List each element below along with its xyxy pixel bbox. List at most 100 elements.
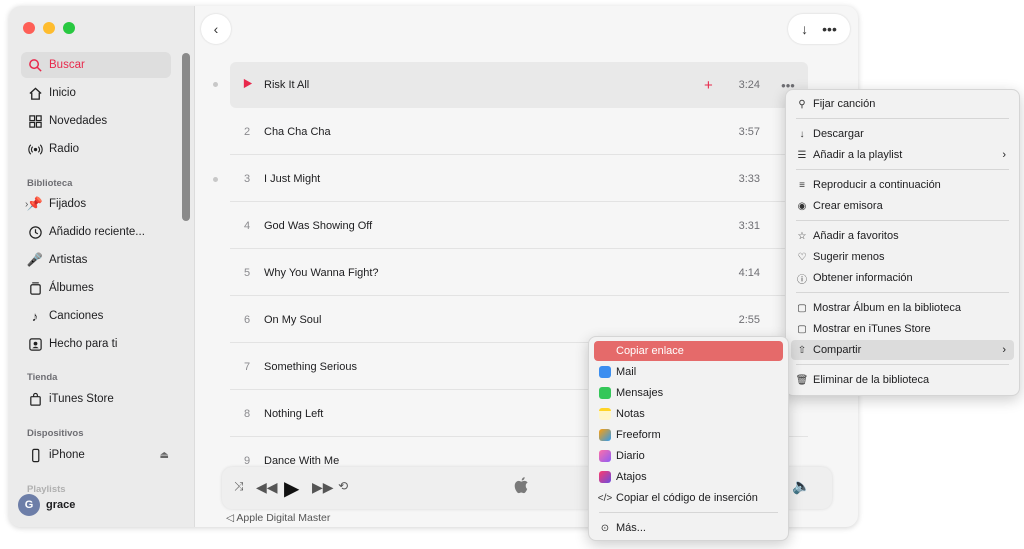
sidebar-scrollbar[interactable]	[182, 53, 190, 221]
menu-item-add-to-playlist[interactable]: ☰ Añadir a la playlist ›	[791, 145, 1014, 165]
track-title: On My Soul	[264, 313, 322, 326]
next-icon[interactable]: ▶▶	[312, 479, 334, 496]
menu-item-share[interactable]: ⇧ Compartir ›	[791, 340, 1014, 360]
music-note-icon: ♪	[31, 308, 39, 324]
sidebar-item-buscar[interactable]: Buscar	[21, 52, 171, 78]
journal-icon	[599, 450, 611, 462]
microphone-icon: 🎤	[26, 252, 44, 267]
previous-icon[interactable]: ◀◀	[256, 479, 278, 496]
share-item-notes[interactable]: Notas	[594, 404, 783, 424]
sidebar-item-recent[interactable]: Añadido reciente...	[21, 219, 171, 245]
menu-separator	[796, 220, 1009, 221]
share-item-copy-link[interactable]: Copiar enlace	[594, 341, 783, 361]
sidebar-item-fijados[interactable]: › 📌 Fijados	[21, 191, 171, 217]
sidebar-item-radio[interactable]: Radio	[21, 136, 171, 162]
chevron-right-icon[interactable]: ›	[25, 199, 28, 210]
menu-item-play-next[interactable]: ≡ Reproducir a continuación	[791, 175, 1014, 195]
play-button-icon[interactable]: ▶	[284, 476, 299, 501]
track-row[interactable]: 3 I Just Might 3:33	[230, 156, 808, 202]
menu-item-suggest-less[interactable]: ♡ Sugerir menos	[791, 247, 1014, 267]
track-number: 7	[243, 360, 251, 373]
sidebar-item-canciones[interactable]: ♪ Canciones	[21, 303, 171, 329]
menu-item-delete[interactable]: 🗑 Eliminar de la biblioteca	[791, 370, 1014, 390]
toolbar-actions: ↓ •••	[788, 14, 850, 44]
person-icon	[21, 337, 49, 352]
menu-item-show-itunes[interactable]: ▢ Mostrar en iTunes Store	[791, 319, 1014, 339]
store-section-title: Tienda	[27, 372, 58, 383]
share-item-messages[interactable]: Mensajes	[594, 383, 783, 403]
sidebar: Buscar Inicio Novedades Radio Biblioteca…	[9, 6, 195, 527]
track-row[interactable]: 5 Why You Wanna Fight? 4:14	[230, 250, 808, 296]
track-title: Why You Wanna Fight?	[264, 266, 379, 279]
library-section-title: Biblioteca	[27, 178, 73, 189]
track-row[interactable]: 4 God Was Showing Off 3:31	[230, 203, 808, 249]
track-title: I Just Might	[264, 172, 321, 185]
track-row[interactable]: Risk It All + 3:24 •••	[230, 62, 808, 108]
menu-item-get-info[interactable]: ⓘ Obtener información	[791, 268, 1014, 288]
play-next-icon: ≡	[799, 179, 805, 191]
trash-icon: 🗑	[795, 374, 809, 386]
share-submenu: Copiar enlace Mail Mensajes Notas Freefo…	[588, 336, 789, 541]
notes-icon	[599, 408, 611, 420]
menu-item-download[interactable]: ↓ Descargar	[791, 124, 1014, 144]
sidebar-item-label: Hecho para ti	[49, 338, 118, 350]
menu-item-create-station[interactable]: ◉ Crear emisora	[791, 196, 1014, 216]
share-item-shortcuts[interactable]: Atajos	[594, 467, 783, 487]
sidebar-item-artistas[interactable]: 🎤 Artistas	[21, 247, 171, 273]
grid-icon	[21, 114, 49, 129]
menu-separator	[796, 364, 1009, 365]
sidebar-item-albumes[interactable]: Álbumes	[21, 275, 171, 301]
sidebar-item-itunes-store[interactable]: iTunes Store	[21, 386, 171, 412]
zoom-window-button[interactable]	[63, 22, 75, 34]
sidebar-item-label: Fijados	[49, 198, 87, 210]
user-account[interactable]: G grace	[18, 494, 75, 516]
share-item-more[interactable]: ⊙ Más...	[594, 518, 783, 538]
sidebar-item-inicio[interactable]: Inicio	[21, 80, 171, 106]
back-button[interactable]: ‹	[201, 14, 231, 44]
menu-item-show-album[interactable]: ▢ Mostrar Álbum en la biblioteca	[791, 298, 1014, 318]
track-number: 9	[243, 455, 251, 467]
shortcuts-icon	[599, 471, 611, 483]
eject-icon[interactable]: ⏏	[160, 450, 169, 461]
lossless-icon: ◁	[226, 512, 235, 524]
devices-section-title: Dispositivos	[27, 428, 84, 439]
sidebar-item-label: Buscar	[49, 59, 85, 71]
share-item-mail[interactable]: Mail	[594, 362, 783, 382]
volume-icon[interactable]: 🔈	[792, 477, 811, 495]
play-icon[interactable]	[230, 78, 264, 92]
star-icon: ☆	[797, 230, 807, 242]
sidebar-item-label: Canciones	[49, 310, 104, 322]
menu-item-pin-song[interactable]: ⚲ Fijar canción	[791, 94, 1014, 114]
track-number: 2	[243, 125, 251, 138]
radio-icon	[21, 142, 49, 157]
track-title: God Was Showing Off	[264, 219, 373, 232]
track-number: 4	[243, 219, 251, 232]
sidebar-item-label: Artistas	[49, 254, 88, 266]
track-duration: 3:57	[738, 125, 760, 138]
station-icon: ◉	[797, 200, 807, 212]
share-item-embed-code[interactable]: </> Copiar el código de inserción	[594, 488, 783, 508]
sidebar-item-iphone[interactable]: iPhone ⏏	[21, 442, 171, 468]
share-item-journal[interactable]: Diario	[594, 446, 783, 466]
chevron-left-icon: ‹	[213, 21, 219, 37]
track-number: 3	[243, 172, 251, 185]
avatar: G	[18, 494, 40, 516]
minimize-window-button[interactable]	[43, 22, 55, 34]
track-row[interactable]: 2 Cha Cha Cha 3:57	[230, 109, 808, 155]
share-item-freeform[interactable]: Freeform	[594, 425, 783, 445]
repeat-icon[interactable]: ⟲	[338, 479, 348, 493]
bag-icon: ▢	[797, 323, 807, 335]
more-options-icon[interactable]: •••	[822, 21, 837, 37]
window-controls	[23, 22, 75, 34]
download-icon[interactable]: ↓	[801, 21, 808, 37]
info-icon: ⓘ	[797, 274, 807, 286]
sidebar-item-hecho-para-ti[interactable]: Hecho para ti	[21, 331, 171, 357]
user-name: grace	[46, 499, 76, 511]
shuffle-icon[interactable]: ⤨	[234, 479, 244, 494]
add-icon[interactable]: +	[704, 77, 724, 94]
sidebar-item-novedades[interactable]: Novedades	[21, 108, 171, 134]
chevron-right-icon: ›	[1002, 344, 1006, 356]
close-window-button[interactable]	[23, 22, 35, 34]
pin-icon: ⚲	[798, 98, 806, 110]
menu-item-favorite[interactable]: ☆ Añadir a favoritos	[791, 226, 1014, 246]
